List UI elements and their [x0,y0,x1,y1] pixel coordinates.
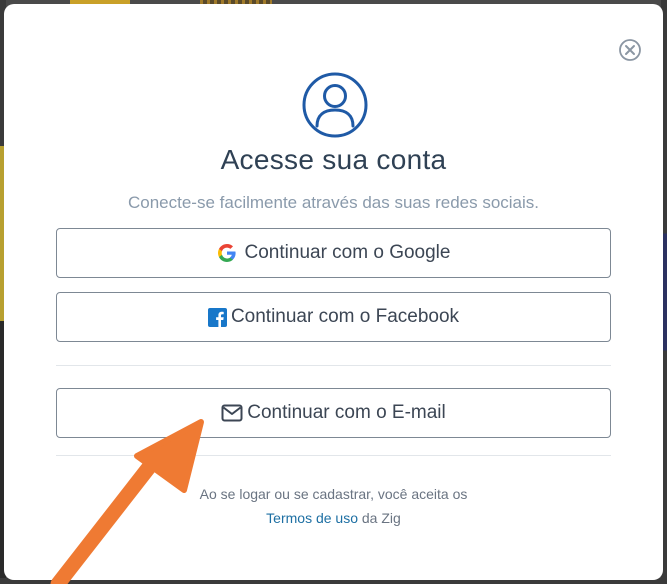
facebook-login-label: Continuar com o Facebook [230,306,460,327]
terms-suffix: da Zig [358,510,401,526]
close-button[interactable] [618,38,642,62]
google-login-label: Continuar com o Google [244,242,451,263]
facebook-icon [207,307,227,327]
facebook-login-button[interactable]: Continuar com o Facebook [56,292,611,342]
envelope-icon [221,404,243,422]
login-modal: Acesse sua conta Conecte-se facilmente a… [4,4,663,580]
email-login-label: Continuar com o E-mail [247,402,446,423]
modal-subtitle: Conecte-se facilmente através das suas r… [127,193,540,212]
google-icon [217,243,237,263]
section-divider [56,365,611,366]
terms-of-use-link[interactable]: Termos de uso [266,510,358,526]
modal-title: Acesse sua conta [220,144,447,175]
terms-line: Termos de uso da Zig [4,506,663,530]
terms-notice: Ao se logar ou se cadastrar, você aceita… [4,482,663,530]
google-login-button[interactable]: Continuar com o Google [56,228,611,278]
footer-divider [56,455,611,456]
email-login-button[interactable]: Continuar com o E-mail [56,388,611,438]
user-avatar-icon [302,72,368,138]
user-avatar [300,70,370,140]
terms-text: Ao se logar ou se cadastrar, você aceita… [199,486,468,502]
close-circle-icon[interactable] [618,38,642,62]
